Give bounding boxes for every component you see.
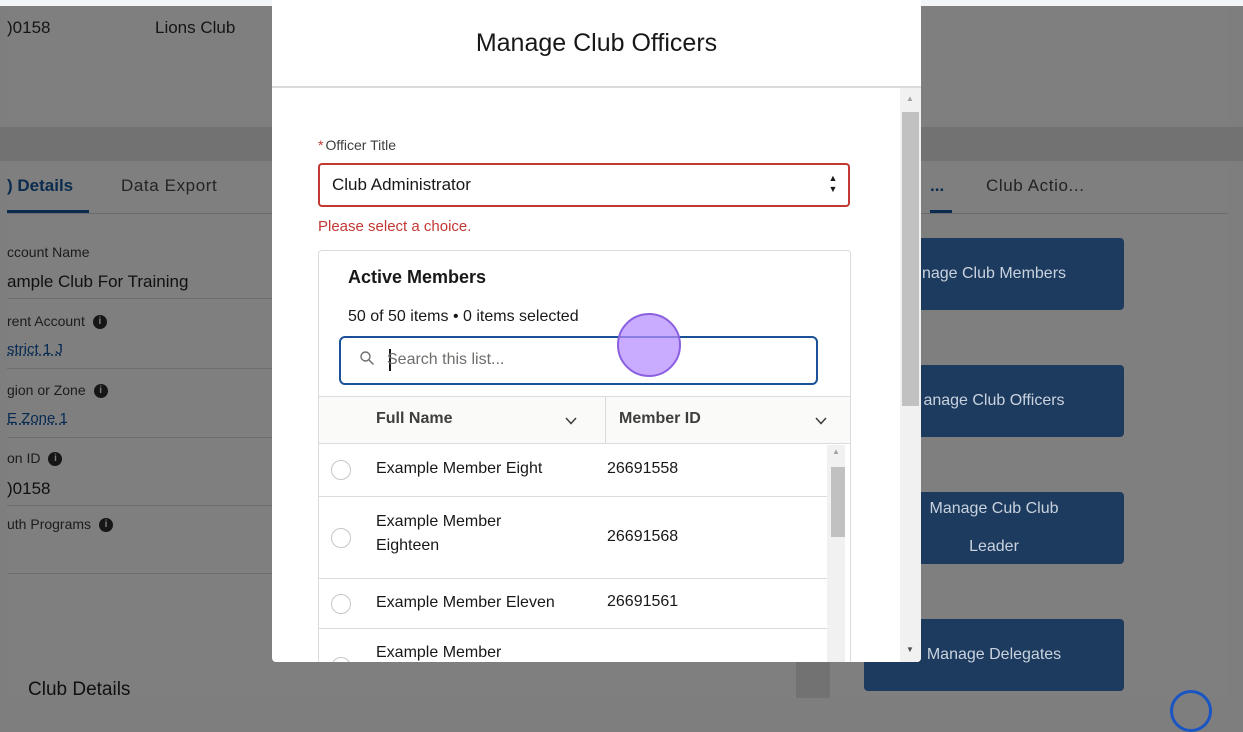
table-scrollbar-thumb[interactable]: [831, 467, 845, 537]
field-label-youth-programs: uth Programs i: [7, 516, 114, 533]
scroll-up-icon[interactable]: ▲: [832, 447, 840, 456]
field-label-lion-id: on ID i: [7, 450, 63, 467]
record-number: )0158: [7, 18, 51, 37]
row-radio[interactable]: [331, 657, 351, 662]
column-divider[interactable]: [605, 397, 606, 443]
help-button[interactable]: [1170, 690, 1212, 732]
tab-data-export[interactable]: Data Export: [121, 176, 217, 196]
info-icon[interactable]: i: [99, 518, 114, 533]
click-indicator: [617, 313, 681, 377]
member-id: 26691558: [607, 460, 679, 477]
member-id: 26691561: [607, 593, 679, 610]
table-row[interactable]: Example Member Eighteen 26691568: [319, 497, 828, 579]
scroll-up-icon[interactable]: ▲: [906, 94, 914, 103]
chevron-down-icon[interactable]: [565, 417, 577, 425]
manage-club-officers-modal: Manage Club Officers * Officer Title Club…: [272, 0, 921, 662]
member-name: Example Member Eight: [376, 460, 543, 477]
search-icon: [360, 351, 374, 365]
row-radio[interactable]: [331, 594, 351, 614]
member-name: Example Member Eighteen: [376, 513, 502, 554]
table-row[interactable]: Example Member: [319, 629, 828, 662]
table-header: Full Name Member ID: [319, 396, 850, 444]
member-name: Example Member Eleven: [376, 594, 555, 611]
info-icon[interactable]: i: [48, 452, 63, 467]
tab-truncated[interactable]: ...: [930, 176, 944, 196]
modal-scrollbar-thumb[interactable]: [902, 112, 919, 406]
scroll-down-icon[interactable]: ▼: [906, 645, 914, 654]
field-label-region-zone: gion or Zone i: [7, 382, 108, 399]
required-marker: *: [318, 137, 324, 153]
officer-title-value: Club Administrator: [332, 175, 471, 194]
field-label-parent-account: rent Account i: [7, 313, 107, 330]
tab-details[interactable]: ) Details: [7, 176, 73, 196]
items-count: 50 of 50 items • 0 items selected: [348, 308, 579, 325]
modal-title: Manage Club Officers: [475, 28, 718, 57]
member-name: Example Member: [376, 644, 502, 661]
row-radio[interactable]: [331, 460, 351, 480]
search-input[interactable]: Search this list...: [339, 336, 818, 385]
info-icon[interactable]: i: [92, 315, 107, 330]
table-row[interactable]: Example Member Eight 26691558: [319, 443, 828, 497]
field-value-account-name: ample Club For Training: [7, 272, 189, 291]
member-id: 26691568: [607, 528, 679, 545]
active-members-title: Active Members: [348, 267, 487, 287]
search-placeholder: Search this list...: [387, 351, 505, 368]
link-region-zone[interactable]: E Zone 1: [7, 410, 68, 427]
column-header-member-id[interactable]: Member ID: [619, 410, 701, 428]
officer-title-label: * Officer Title: [318, 137, 396, 153]
table-row[interactable]: Example Member Eleven 26691561: [319, 579, 828, 629]
modal-header: Manage Club Officers: [272, 0, 921, 88]
officer-title-select[interactable]: Club Administrator ▲ ▼: [318, 163, 850, 207]
chevron-down-icon[interactable]: [815, 417, 827, 425]
officer-title-error: Please select a choice.: [318, 218, 472, 235]
info-icon[interactable]: i: [93, 384, 108, 399]
tab-club-actions[interactable]: Club Actio...: [986, 176, 1085, 196]
link-parent-account[interactable]: strict 1 J: [7, 341, 63, 358]
row-radio[interactable]: [331, 528, 351, 548]
record-type: Lions Club: [155, 18, 236, 37]
field-label-account-name: ccount Name: [7, 244, 90, 260]
field-value-lion-id: )0158: [7, 479, 51, 498]
select-arrows-icon: ▲ ▼: [828, 173, 838, 194]
column-header-full-name[interactable]: Full Name: [376, 410, 452, 428]
